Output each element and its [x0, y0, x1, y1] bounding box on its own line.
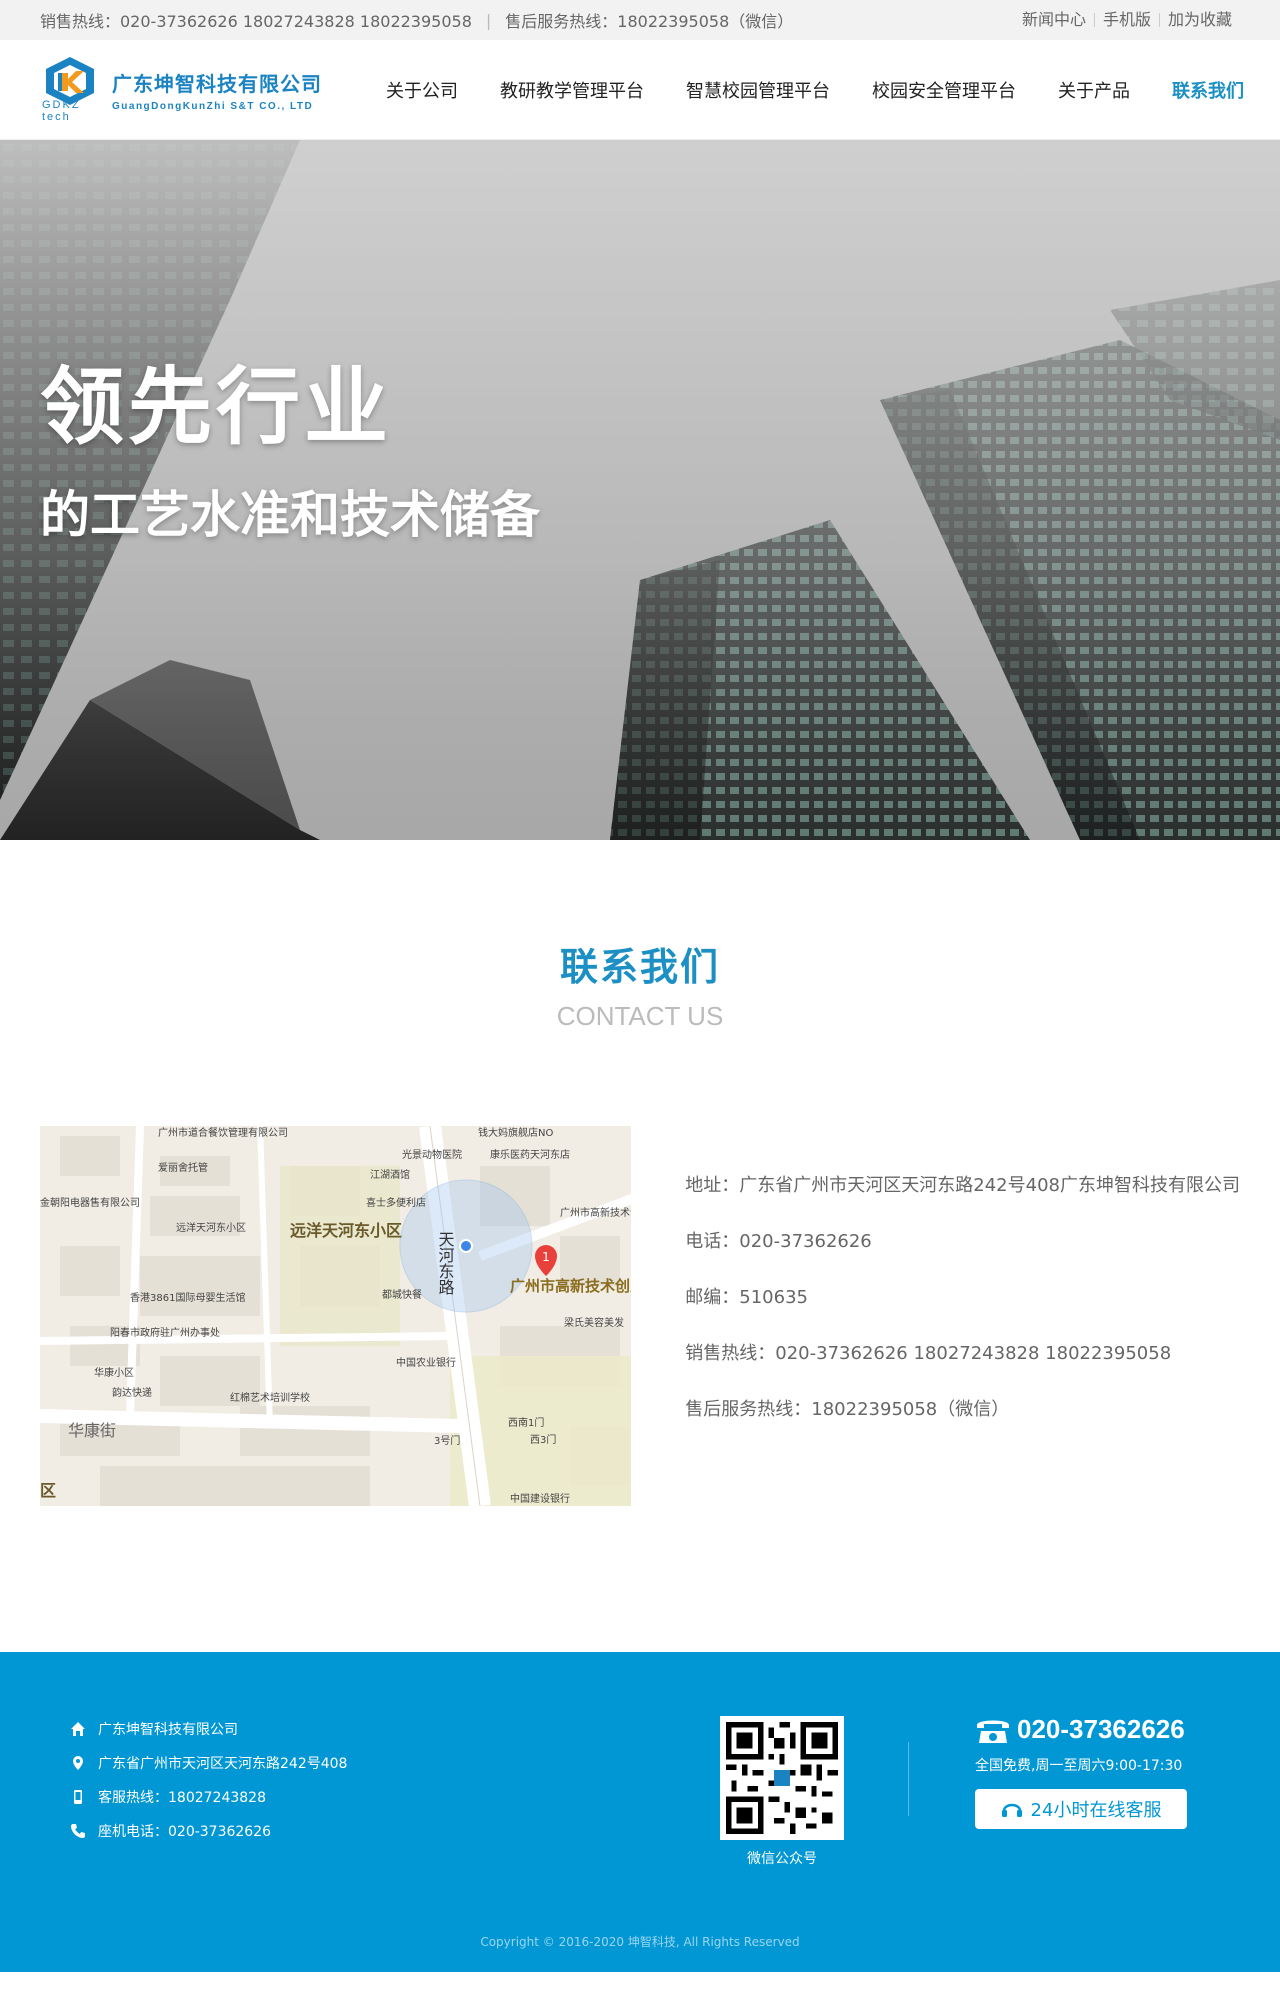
map-label: 华康小区 — [94, 1366, 134, 1379]
map-label: 金朝阳电器售有限公司 — [40, 1196, 140, 1209]
map-label: 区 — [40, 1481, 56, 1500]
mobile-icon — [74, 1790, 82, 1804]
news-center-link[interactable]: 新闻中心 — [1014, 12, 1094, 28]
map-label: 中国农业银行 — [396, 1356, 456, 1369]
divider: | — [485, 10, 492, 30]
contact-info: 地址：广东省广州市天河区天河东路242号408广东坤智科技有限公司 电话：020… — [685, 1126, 1240, 1652]
logo[interactable]: GDKZ tech 广东坤智科技有限公司 GuangDongKunZhi S&T… — [40, 55, 322, 125]
current-location-dot — [459, 1239, 473, 1253]
telephone-icon — [977, 1720, 1009, 1743]
qr-label: 微信公众号 — [747, 1851, 817, 1867]
map-label: 梁氏美容美发 — [564, 1316, 624, 1329]
add-favorite-link[interactable]: 加为收藏 — [1158, 12, 1240, 28]
footer-divider — [908, 1742, 909, 1816]
contact-after-sales: 售后服务热线：18022395058（微信） — [685, 1399, 1010, 1420]
after-sales-hotline: 售后服务热线：18022395058（微信） — [505, 12, 794, 31]
map-label: 西3门 — [530, 1433, 556, 1446]
contact-section-heading: 联系我们 CONTACT US — [0, 840, 1280, 1032]
wechat-qr: 微信公众号 — [720, 1716, 844, 1868]
map-label: 广州市高新技术创业服务中心 — [560, 1206, 631, 1219]
banner-headline: 领先行业 — [40, 358, 393, 456]
map-label: 爱丽舍托管 — [158, 1161, 208, 1174]
nav-smart-campus[interactable]: 智慧校园管理平台 — [686, 77, 830, 103]
hero-banner: 领先行业 的工艺水准和技术储备 — [0, 140, 1280, 840]
site-footer: 广东坤智科技有限公司 广东省广州市天河区天河东路242号408 客服热线：180… — [0, 1652, 1280, 1972]
qr-code-image — [720, 1716, 844, 1840]
map-label: 阳春市政府驻广州办事处 — [110, 1326, 220, 1339]
map-label: 广州市高新技术创业服务中心 — [510, 1277, 631, 1295]
contact-address: 地址：广东省广州市天河区天河东路242号408广东坤智科技有限公司 — [685, 1175, 1240, 1196]
map-label: 江湖酒馆 — [370, 1168, 410, 1181]
map-label: 光景动物医院 — [402, 1148, 462, 1161]
footer-service-hotline: 客服热线：18027243828 — [98, 1790, 266, 1806]
copyright: Copyright © 2016-2020 坤智科技, All Rights R… — [480, 1935, 800, 1949]
map-label: 都城快餐 — [382, 1288, 422, 1301]
online-service-label: 24小时在线客服 — [1030, 1800, 1162, 1821]
map-label: 喜士多便利店 — [366, 1196, 426, 1209]
banner-subline: 的工艺水准和技术储备 — [40, 486, 540, 544]
logo-company-name: 广东坤智科技有限公司 — [112, 71, 322, 96]
map-label: 钱大妈旗舰店NO — [478, 1126, 553, 1139]
map-label: 康乐医药天河东店 — [490, 1148, 570, 1161]
nav-about-products[interactable]: 关于产品 — [1058, 77, 1130, 103]
phone-icon — [71, 1824, 85, 1838]
footer-landline: 座机电话：020-37362626 — [98, 1824, 272, 1840]
footer-hours: 全国免费,周一至周六9:00-17:30 — [975, 1758, 1183, 1774]
main-nav: 关于公司 教研教学管理平台 智慧校园管理平台 校园安全管理平台 关于产品 联系我… — [386, 77, 1244, 103]
contact-section: 1 广州市道合餐饮管理有限公司 钱大妈旗舰店NO 光景动物医院 康乐医药天河东店… — [0, 1032, 1280, 1652]
map-label: 远洋天河东小区 — [176, 1221, 246, 1234]
map-pin-number: 1 — [542, 1250, 550, 1264]
location-map[interactable]: 1 广州市道合餐饮管理有限公司 钱大妈旗舰店NO 光景动物医院 康乐医药天河东店… — [40, 1126, 632, 1506]
footer-company: 广东坤智科技有限公司 — [98, 1722, 238, 1738]
site-header: GDKZ tech 广东坤智科技有限公司 GuangDongKunZhi S&T… — [0, 40, 1280, 140]
home-icon — [71, 1722, 85, 1736]
section-title-en: CONTACT US — [556, 1001, 724, 1031]
mobile-version-link[interactable]: 手机版 — [1093, 12, 1159, 28]
nav-contact-us[interactable]: 联系我们 — [1172, 77, 1244, 103]
sales-hotline: 销售热线：020-37362626 18027243828 1802239505… — [40, 12, 472, 31]
footer-phone: 020-37362626 — [1017, 1714, 1185, 1744]
location-icon — [73, 1756, 83, 1770]
map-label: 红棉艺术培训学校 — [230, 1391, 310, 1404]
footer-address: 广东省广州市天河区天河东路242号408 — [98, 1756, 348, 1772]
map-label: 中国建设银行 — [510, 1492, 570, 1505]
headset-icon — [1001, 1803, 1022, 1817]
map-label: 远洋天河东小区 — [290, 1221, 402, 1240]
logo-english-name: GuangDongKunZhi S&T CO., LTD — [112, 100, 314, 112]
map-label: 3号门 — [434, 1434, 460, 1447]
map-label: 香港3861国际母婴生活馆 — [130, 1291, 245, 1304]
section-title-cn: 联系我们 — [559, 945, 720, 989]
logo-icon: GDKZ tech — [40, 55, 106, 125]
online-service-button[interactable]: 24小时在线客服 — [975, 1789, 1187, 1829]
nav-campus-safety[interactable]: 校园安全管理平台 — [872, 77, 1016, 103]
contact-postcode: 邮编：510635 — [685, 1287, 808, 1308]
map-label: 华康街 — [68, 1421, 116, 1440]
top-bar: 销售热线：020-37362626 18027243828 1802239505… — [0, 0, 1280, 40]
map-label: 西南1门 — [508, 1416, 544, 1429]
nav-teaching-platform[interactable]: 教研教学管理平台 — [500, 77, 644, 103]
map-label: 韵达快递 — [112, 1386, 152, 1399]
logo-abbr: GDKZ tech — [42, 98, 81, 123]
contact-sales-hotline: 销售热线：020-37362626 18027243828 1802239505… — [685, 1343, 1172, 1364]
contact-phone: 电话：020-37362626 — [685, 1231, 872, 1252]
map-label: 广州市道合餐饮管理有限公司 — [158, 1126, 288, 1139]
map-road-label: 天河东路 — [436, 1231, 455, 1295]
nav-about-company[interactable]: 关于公司 — [386, 77, 458, 103]
